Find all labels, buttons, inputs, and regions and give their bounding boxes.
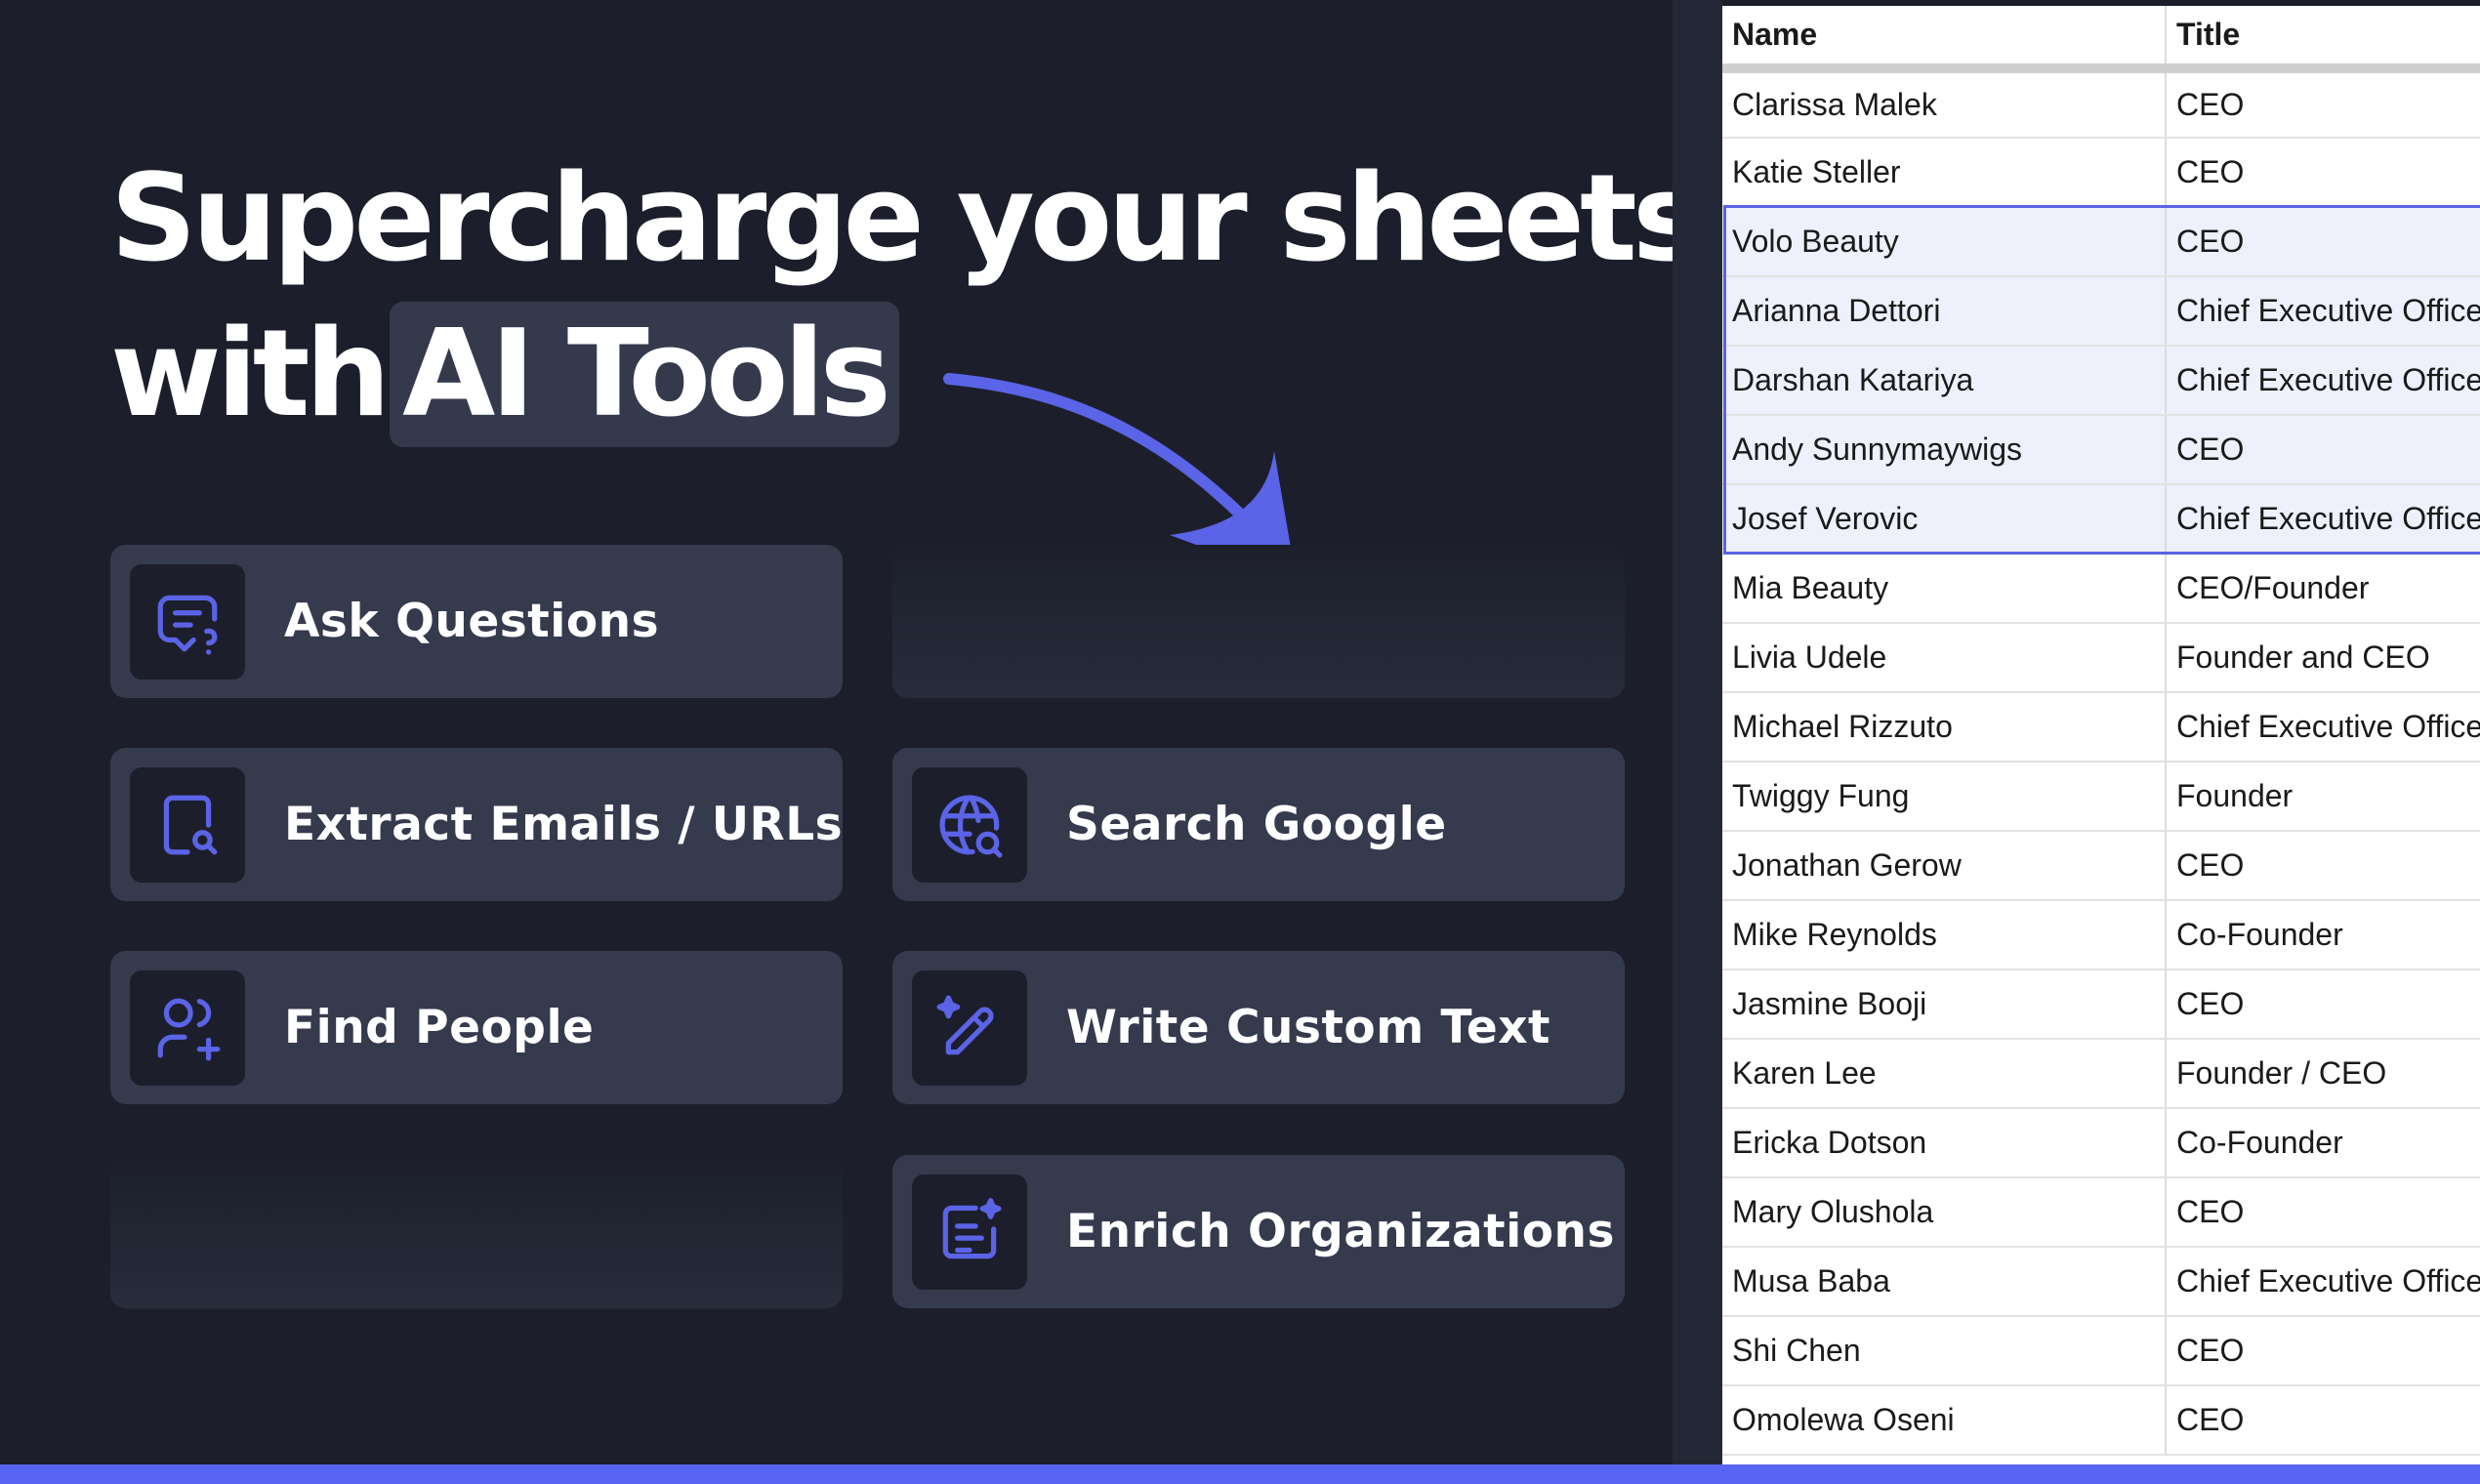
headline-prefix: with	[110, 305, 391, 444]
spreadsheet-table: Name Title Clarissa Malek CEO Katie Stelle…	[1722, 6, 2480, 1456]
table-row[interactable]: Arianna Dettori Chief Executive Officer	[1722, 276, 2480, 347]
cell-title[interactable]: Chief Executive Officer	[2166, 1247, 2480, 1317]
cell-title[interactable]: Co-Founder	[2166, 1108, 2480, 1178]
globe-search-icon	[939, 795, 1003, 857]
cell-name[interactable]: Andy Sunnymaywigs	[1722, 415, 2167, 485]
column-header-name[interactable]: Name	[1722, 6, 2167, 73]
cell-title[interactable]: Chief Executive Officer	[2166, 276, 2480, 347]
accent-bar	[0, 1464, 2480, 1484]
table-row[interactable]: Volo Beauty CEO	[1722, 207, 2480, 277]
sparkle-pen-icon	[936, 995, 994, 1054]
cell-title[interactable]: CEO/Founder	[2166, 554, 2480, 624]
table-row[interactable]: Mary Olushola CEO	[1722, 1177, 2480, 1248]
cell-name[interactable]: Livia Udele	[1722, 623, 2167, 693]
cell-title[interactable]: Chief Executive Officer	[2166, 346, 2480, 416]
cell-title[interactable]: Co-Founder	[2166, 900, 2480, 970]
feature-label: Write Custom Text	[1066, 1001, 1551, 1054]
cell-name[interactable]: Karen Lee	[1722, 1039, 2167, 1109]
feature-card-placeholder	[892, 545, 1625, 698]
feature-label: Search Google	[1066, 798, 1447, 851]
feature-label: Enrich Organizations	[1066, 1205, 1615, 1258]
cell-title[interactable]: CEO	[2166, 207, 2480, 277]
headline-highlight: AI Tools	[390, 302, 899, 447]
cell-title[interactable]: CEO	[2166, 969, 2480, 1040]
feature-panel: Supercharge your sheets with AI Tools Ask…	[0, 0, 1704, 1484]
cell-name[interactable]: Ericka Dotson	[1722, 1108, 2167, 1178]
table-row[interactable]: Shi Chen CEO	[1722, 1316, 2480, 1386]
cell-title[interactable]: Chief Executive Officer	[2166, 692, 2480, 763]
cell-name[interactable]: Arianna Dettori	[1722, 276, 2167, 347]
table-row[interactable]: Mia Beauty CEO/Founder	[1722, 554, 2480, 624]
cell-title[interactable]: Founder / CEO	[2166, 1039, 2480, 1109]
cell-name[interactable]: Darshan Katariya	[1722, 346, 2167, 416]
cell-name[interactable]: Musa Baba	[1722, 1247, 2167, 1317]
cell-name[interactable]: Katie Steller	[1722, 138, 2167, 208]
sparkle-document-icon	[942, 1197, 1002, 1258]
feature-card-extract-emails[interactable]: Extract Emails / URLs	[110, 748, 843, 901]
feature-label: Extract Emails / URLs	[284, 798, 844, 851]
document-search-icon	[163, 795, 218, 854]
feature-label: Find People	[284, 1001, 595, 1054]
headline: Supercharge your sheets with AI Tools	[110, 142, 1704, 452]
cell-title[interactable]: Chief Executive Officer	[2166, 484, 2480, 555]
cell-name[interactable]: Josef Verovic	[1722, 484, 2167, 555]
cell-name[interactable]: Jasmine Booji	[1722, 969, 2167, 1040]
cell-title[interactable]: CEO	[2166, 138, 2480, 208]
cell-title[interactable]: CEO	[2166, 68, 2480, 139]
cell-title[interactable]: CEO	[2166, 1316, 2480, 1386]
cell-title[interactable]: Founder	[2166, 762, 2480, 832]
panel-divider	[1673, 0, 1722, 1464]
column-header-title[interactable]: Title	[2166, 6, 2480, 73]
cell-name[interactable]: Twiggy Fung	[1722, 762, 2167, 832]
promo-page: Supercharge your sheets with AI Tools Ask…	[0, 0, 2480, 1484]
cell-name[interactable]: Mike Reynolds	[1722, 900, 2167, 970]
feature-card-enrich-organizations[interactable]: Enrich Organizations	[892, 1155, 1625, 1308]
feature-card-write-custom-text[interactable]: Write Custom Text	[892, 951, 1625, 1104]
table-row[interactable]: Twiggy Fung Founder	[1722, 762, 2480, 832]
table-row[interactable]: Josef Verovic Chief Executive Officer	[1722, 484, 2480, 555]
cell-name[interactable]: Clarissa Malek	[1722, 68, 2167, 139]
cell-name[interactable]: Jonathan Gerow	[1722, 831, 2167, 901]
feature-card-ask-questions[interactable]: Ask Questions	[110, 545, 843, 698]
cell-title[interactable]: CEO	[2166, 1385, 2480, 1456]
table-row[interactable]: Clarissa Malek CEO	[1722, 68, 2480, 139]
cell-name[interactable]: Shi Chen	[1722, 1316, 2167, 1386]
table-row[interactable]: Musa Baba Chief Executive Officer	[1722, 1247, 2480, 1317]
cell-title[interactable]: Founder and CEO	[2166, 623, 2480, 693]
cell-title[interactable]: CEO	[2166, 1177, 2480, 1248]
table-row[interactable]: Andy Sunnymaywigs CEO	[1722, 415, 2480, 485]
table-row[interactable]: Jasmine Booji CEO	[1722, 969, 2480, 1040]
feature-label: Ask Questions	[284, 595, 660, 648]
feature-card-search-google[interactable]: Search Google	[892, 748, 1625, 901]
cell-title[interactable]: CEO	[2166, 831, 2480, 901]
feature-card-placeholder	[110, 1155, 843, 1308]
feature-card-find-people[interactable]: Find People	[110, 951, 843, 1104]
table-row[interactable]: Katie Steller CEO	[1722, 138, 2480, 208]
cell-title[interactable]: CEO	[2166, 415, 2480, 485]
table-row[interactable]: Darshan Katariya Chief Executive Officer	[1722, 346, 2480, 416]
cell-name[interactable]: Mary Olushola	[1722, 1177, 2167, 1248]
cell-name[interactable]: Mia Beauty	[1722, 554, 2167, 624]
table-row[interactable]: Omolewa Oseni CEO	[1722, 1385, 2480, 1456]
table-row[interactable]: Mike Reynolds Co-Founder	[1722, 900, 2480, 970]
table-row[interactable]: Ericka Dotson Co-Founder	[1722, 1108, 2480, 1178]
spreadsheet[interactable]: Name Title Clarissa Malek CEO Katie Stelle…	[1722, 6, 2480, 1464]
headline-line-1: Supercharge your sheets	[110, 149, 1704, 289]
cell-name[interactable]: Volo Beauty	[1722, 207, 2167, 277]
users-add-icon	[157, 998, 221, 1060]
table-row[interactable]: Livia Udele Founder and CEO	[1722, 623, 2480, 693]
header-row: Name Title	[1722, 6, 2480, 73]
cell-name[interactable]: Omolewa Oseni	[1722, 1385, 2167, 1456]
table-row[interactable]: Jonathan Gerow CEO	[1722, 831, 2480, 901]
table-row[interactable]: Karen Lee Founder / CEO	[1722, 1039, 2480, 1109]
table-row[interactable]: Michael Rizzuto Chief Executive Officer	[1722, 692, 2480, 763]
headline-line-2: with AI Tools	[110, 297, 1699, 452]
chat-question-icon	[157, 595, 218, 654]
cell-name[interactable]: Michael Rizzuto	[1722, 692, 2167, 763]
